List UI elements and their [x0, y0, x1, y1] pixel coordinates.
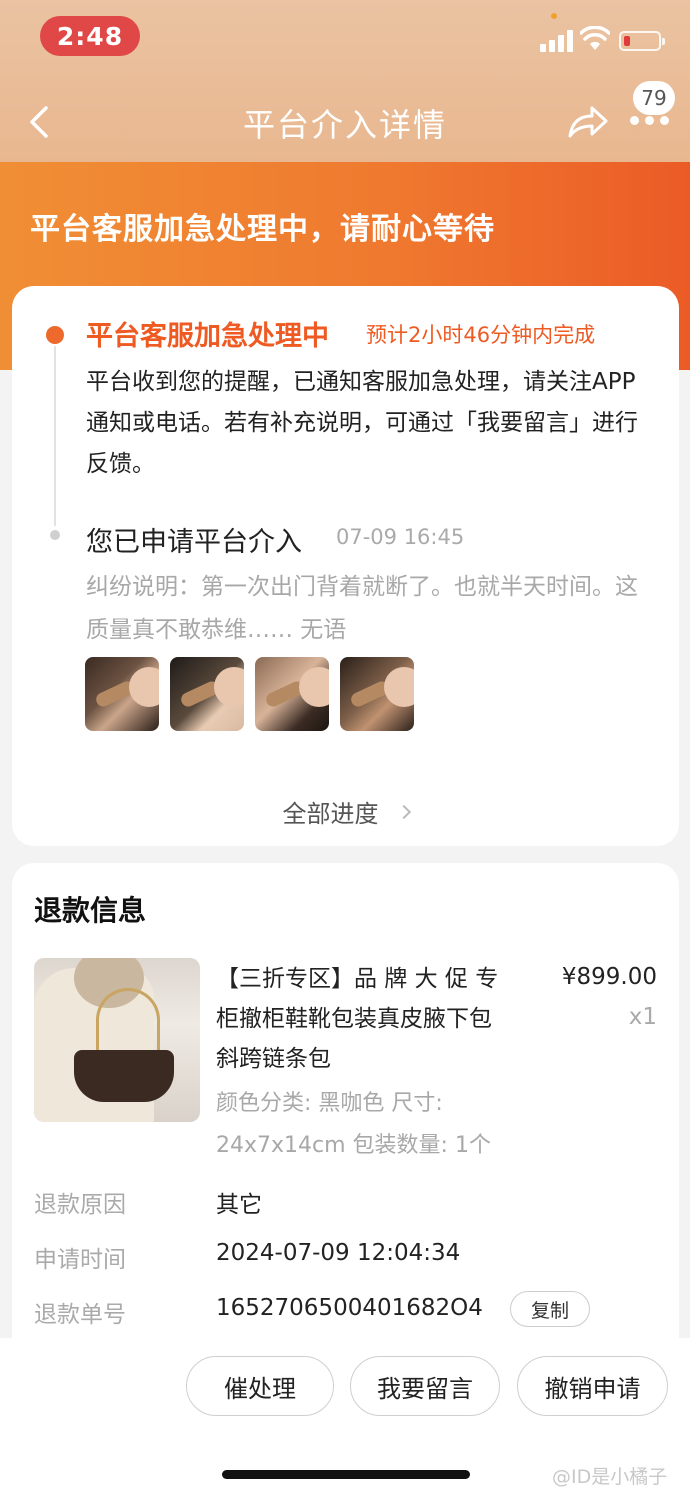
row-value: 1652706500401682O4 [216, 1295, 483, 1321]
product-name[interactable]: 【三折专区】品 牌 大 促 专柜撤柜鞋靴包装真皮腋下包斜跨链条包 [216, 959, 506, 1079]
row-label: 退款原因 [34, 1192, 126, 1218]
step-current-title: 平台客服加急处理中 [86, 321, 329, 352]
step-current-eta: 预计2小时46分钟内完成 [366, 323, 596, 347]
row-value: 2024-07-09 12:04:34 [216, 1240, 461, 1266]
wifi-icon [580, 26, 610, 50]
status-banner-text: 平台客服加急处理中，请耐心等待 [30, 212, 495, 247]
evidence-photo[interactable] [170, 657, 244, 731]
bottom-action-bar: 催处理 我要留言 撤销申请 @ID是小橘子 [0, 1338, 690, 1494]
chevron-right-icon [396, 804, 411, 820]
all-progress-link[interactable]: 全部进度 [12, 794, 679, 829]
battery-level [624, 36, 630, 46]
product-price: ¥899.00 [561, 964, 657, 990]
evidence-photos [85, 657, 414, 731]
step-previous-title: 您已申请平台介入 [86, 527, 302, 558]
evidence-photo[interactable] [85, 657, 159, 731]
cancel-request-button[interactable]: 撤销申请 [517, 1356, 668, 1416]
cellular-signal-icon [540, 30, 574, 52]
share-icon[interactable] [566, 104, 608, 140]
status-bar: 2:48 [0, 0, 690, 72]
message-count-badge: 79 [633, 81, 675, 115]
product-image[interactable] [34, 958, 200, 1122]
row-label: 退款单号 [34, 1302, 126, 1328]
product-quantity: x1 [628, 1004, 657, 1030]
watermark: @ID是小橘子 [552, 1466, 668, 1488]
more-options-icon[interactable] [630, 116, 670, 128]
row-label: 申请时间 [34, 1247, 126, 1273]
refund-info-card: 退款信息 【三折专区】品 牌 大 促 专柜撤柜鞋靴包装真皮腋下包斜跨链条包 ¥8… [12, 863, 679, 1363]
section-title: 退款信息 [34, 894, 147, 927]
copy-button[interactable]: 复制 [510, 1291, 590, 1327]
product-spec: 颜色分类: 黑咖色 尺寸: 24x7x14cm 包装数量: 1个 [216, 1091, 491, 1158]
step-current-description: 平台收到您的提醒，已通知客服加急处理，请关注APP通知或电话。若有补充说明，可通… [86, 369, 638, 477]
timeline-dot [50, 530, 60, 540]
dispute-description: 纠纷说明：第一次出门背着就断了。也就半天时间。这质量真不敢恭维…… 无语 [86, 574, 638, 643]
evidence-photo[interactable] [255, 657, 329, 731]
step-previous-time: 07-09 16:45 [336, 525, 465, 549]
urge-button[interactable]: 催处理 [186, 1356, 334, 1416]
home-indicator[interactable] [222, 1470, 470, 1479]
privacy-indicator-dot [551, 13, 557, 19]
evidence-photo[interactable] [340, 657, 414, 731]
progress-card: 平台客服加急处理中 预计2小时46分钟内完成 平台收到您的提醒，已通知客服加急处… [12, 286, 679, 846]
leave-message-button[interactable]: 我要留言 [350, 1356, 500, 1416]
all-progress-label: 全部进度 [282, 800, 379, 828]
navigation-bar: 平台介入详情 [0, 86, 690, 158]
timeline-line [54, 346, 56, 526]
status-time: 2:48 [40, 16, 140, 56]
battery-icon [619, 31, 665, 51]
timeline-dot-active [46, 326, 64, 344]
row-value: 其它 [216, 1192, 262, 1218]
